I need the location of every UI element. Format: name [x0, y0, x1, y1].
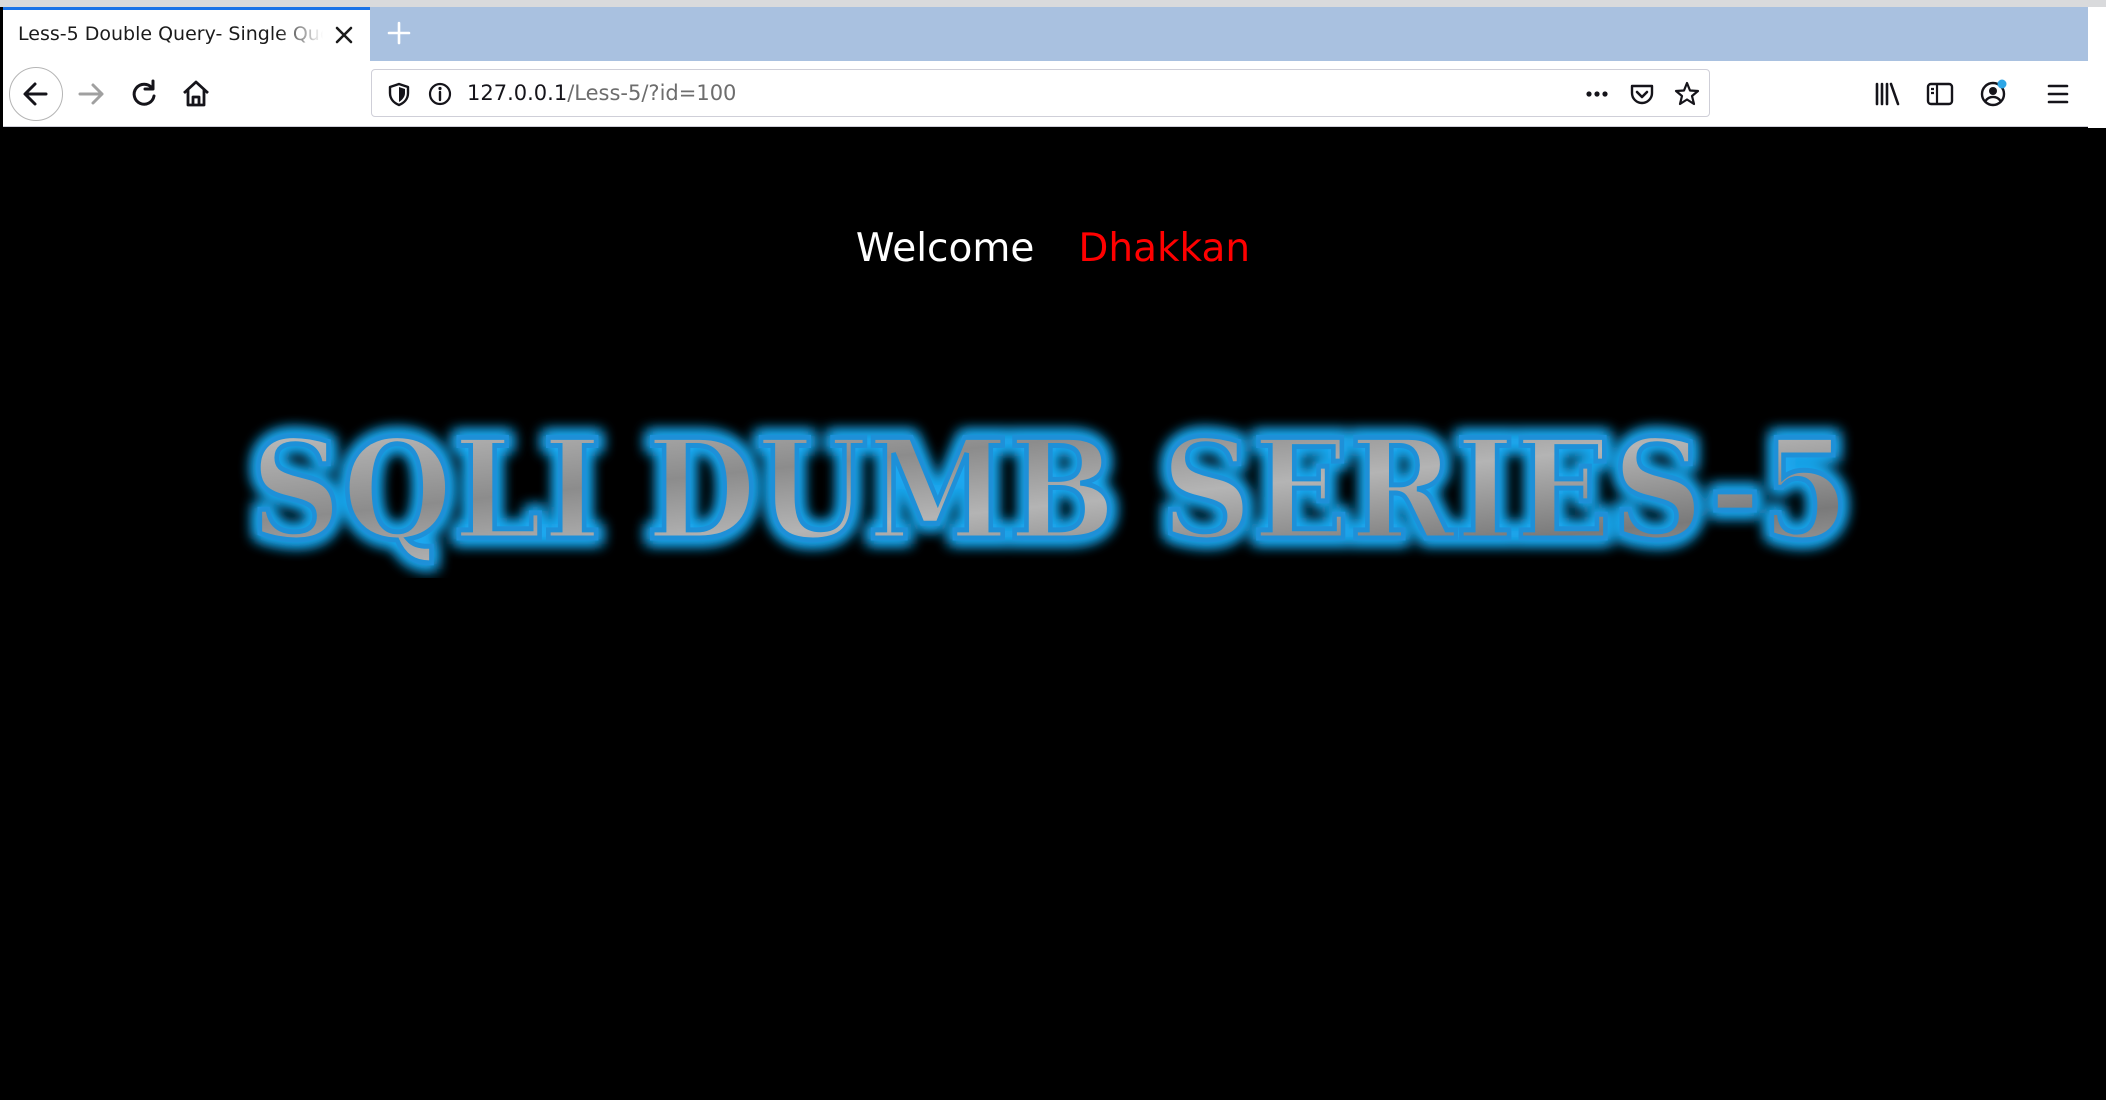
back-button[interactable]: [9, 67, 63, 121]
account-icon[interactable]: [1971, 72, 2015, 116]
info-icon[interactable]: [425, 79, 455, 109]
welcome-name: Dhakkan: [1078, 226, 1251, 271]
arrow-left-icon: [23, 82, 48, 106]
forward-button[interactable]: [70, 72, 114, 116]
shield-icon[interactable]: [384, 79, 414, 109]
home-icon: [183, 80, 209, 107]
tab-active[interactable]: Less-5 Double Query- Single Quotes- Stri…: [3, 7, 370, 61]
reload-button[interactable]: [122, 72, 166, 116]
more-dots-icon[interactable]: [1582, 79, 1612, 109]
pocket-icon[interactable]: [1627, 79, 1657, 109]
window-top-strip: [0, 0, 2106, 7]
banner-text: SQLI DUMB SERIES-5: [250, 408, 1850, 571]
close-icon[interactable]: [331, 22, 357, 48]
library-icon[interactable]: [1865, 72, 1909, 116]
welcome-line: Welcome Dhakkan: [0, 226, 2106, 271]
page-content: Welcome Dhakkan SQLI DUMB SERIES-5 SQLI …: [0, 128, 2106, 1100]
star-icon[interactable]: [1672, 79, 1702, 109]
plus-icon[interactable]: [381, 15, 417, 51]
sidebar-icon[interactable]: [1918, 72, 1962, 116]
reload-icon: [132, 79, 156, 106]
home-button[interactable]: [174, 72, 218, 116]
sqli-banner-image: SQLI DUMB SERIES-5 SQLI DUMB SERIES-5: [230, 403, 1870, 578]
tab-title: Less-5 Double Query- Single Quotes- Stri…: [18, 23, 323, 45]
url-host: 127.0.0.1: [467, 81, 568, 105]
arrow-right-icon: [78, 83, 104, 105]
welcome-text: Welcome: [855, 226, 1035, 271]
url-text[interactable]: 127.0.0.1/Less-5/?id=100: [467, 81, 736, 105]
window-right-edge: [2088, 7, 2106, 128]
tab-bar: Less-5 Double Query- Single Quotes- Stri…: [3, 7, 2088, 61]
hamburger-menu-icon[interactable]: [2036, 72, 2080, 116]
url-path: /Less-5/?id=100: [567, 81, 737, 105]
navigation-toolbar: 127.0.0.1/Less-5/?id=100: [3, 61, 2088, 127]
address-bar[interactable]: 127.0.0.1/Less-5/?id=100: [371, 69, 1710, 117]
